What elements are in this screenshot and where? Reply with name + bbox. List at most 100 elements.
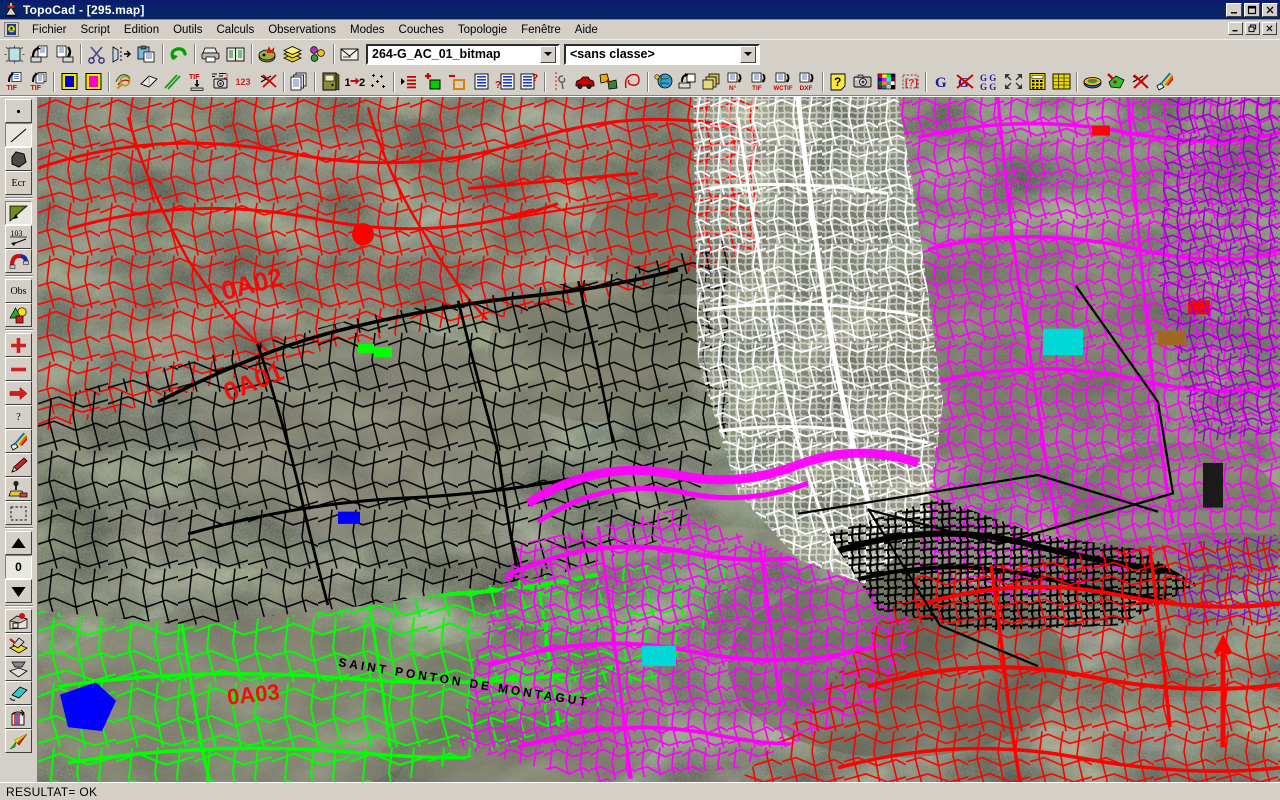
color-dots-icon[interactable] [305,42,330,66]
paint-bowl-icon[interactable] [1080,70,1104,93]
menu-modes[interactable]: Modes [343,23,392,37]
menu-topologie[interactable]: Topologie [451,23,514,37]
mirror-icon[interactable] [109,42,134,66]
chevron-down-icon[interactable] [540,45,556,63]
paintcan-tool[interactable] [5,705,32,729]
menu-outils[interactable]: Outils [166,23,209,37]
rocket-tool[interactable] [5,729,32,753]
document-icon[interactable] [4,22,19,37]
door-exit-icon[interactable] [318,70,342,93]
map-vector-overlay[interactable]: 0A02 0A01 0A03 SAINT PONTON DE MONTAGUT [38,97,1280,782]
table-grid-icon[interactable] [1049,70,1073,93]
list-arrow-icon[interactable] [397,70,421,93]
globe-world-icon[interactable] [651,70,675,93]
cancel-g-icon[interactable]: G [953,70,977,93]
distance-103-tool[interactable]: 103 [5,225,32,249]
delete-cross-icon[interactable] [256,70,280,93]
export-tif2-icon[interactable]: TIF [747,70,771,93]
printer-icon[interactable] [198,42,223,66]
polygon-edit-icon[interactable] [596,70,620,93]
add-green-square-icon[interactable] [421,70,445,93]
calculator-icon[interactable] [1025,70,1049,93]
import-tif-icon[interactable]: TIF [2,70,26,93]
export-wctif-icon[interactable]: WCTIF [771,70,795,93]
map-canvas[interactable]: 0A02 0A01 0A03 SAINT PONTON DE MONTAGUT [38,97,1280,782]
stamp-tool[interactable] [5,477,32,501]
maximize-button[interactable] [1244,2,1260,17]
pencil-tool[interactable] [5,453,32,477]
menu-script[interactable]: Script [74,23,117,37]
spiral-line-icon[interactable] [548,70,572,93]
undo-arrow-icon[interactable] [166,42,191,66]
magnifier-search-icon[interactable] [112,70,136,93]
blue-frame-icon[interactable] [57,70,81,93]
select-area-icon[interactable] [2,42,27,66]
remove-orange-square-icon[interactable] [445,70,469,93]
layers-stack-icon[interactable] [280,42,305,66]
export-nr-icon[interactable]: N° [723,70,747,93]
camera-list-icon[interactable] [208,70,232,93]
help-note-icon[interactable]: ? [826,70,850,93]
zoom-out-tool[interactable] [5,357,32,381]
tif-save-icon[interactable]: TIF [184,70,208,93]
stack-copy-icon[interactable] [699,70,723,93]
parallel-lines-icon[interactable] [160,70,184,93]
help-tool[interactable]: ? [5,405,32,429]
envelope-icon[interactable] [337,42,362,66]
zoom-in-tool[interactable] [5,333,32,357]
menu-fenetre[interactable]: Fenêtre [514,23,568,37]
angle-tool[interactable] [5,201,32,225]
numbers-123-icon[interactable]: 123 [232,70,256,93]
menu-edition[interactable]: Edition [117,23,166,37]
gggg-grid-icon[interactable]: G G G G [977,70,1001,93]
multi-pages-icon[interactable] [287,70,311,93]
fill-polygon-icon[interactable] [1104,70,1128,93]
mdi-close-button[interactable] [1262,22,1277,35]
polygon-tool[interactable] [5,147,32,171]
rainbow-tool[interactable] [5,429,32,453]
expand-arrows-icon[interactable] [1001,70,1025,93]
export-square-icon[interactable] [675,70,699,93]
chevron-down-icon[interactable] [740,45,756,63]
eraser-icon[interactable] [136,70,160,93]
save-file-icon[interactable] [52,42,77,66]
shapes-tool[interactable] [5,303,32,327]
point-tool[interactable] [5,99,32,123]
pan-right-tool[interactable] [5,381,32,405]
menu-observations[interactable]: Observations [261,23,343,37]
menu-calculs[interactable]: Calculs [210,23,262,37]
close-button[interactable] [1262,2,1278,17]
minimize-button[interactable] [1226,2,1242,17]
magnet-snap-tool[interactable] [5,249,32,273]
print-preview-icon[interactable] [223,42,248,66]
blue-lines-block-icon[interactable] [469,70,493,93]
red-loop-icon[interactable] [620,70,644,93]
layer-selector[interactable]: 264-G_AC_01_bitmap [366,43,560,65]
snapshot-camera-icon[interactable] [850,70,874,93]
screen-tool[interactable]: Ecr [5,171,32,195]
delete-polygon-icon[interactable] [1128,70,1152,93]
menu-couches[interactable]: Couches [392,23,451,37]
class-selector[interactable]: <sans classe> [564,43,760,65]
question-box-icon[interactable]: [?] [898,70,922,93]
print-box-tool[interactable] [5,657,32,681]
marquee-select-tool[interactable] [5,501,32,525]
cut-scissors-icon[interactable] [84,42,109,66]
scroll-down-button[interactable] [5,579,32,603]
rainbow-brush-icon[interactable] [1152,70,1176,93]
level-value[interactable]: 0 [5,555,32,579]
observations-tool[interactable]: Obs [5,279,32,303]
scroll-up-button[interactable] [5,531,32,555]
house-point-tool[interactable] [5,609,32,633]
export-dxf-icon[interactable]: DXF [795,70,819,93]
line-tool[interactable] [5,123,32,147]
export-tif-icon[interactable]: TIF [26,70,50,93]
blue-block-help-icon[interactable]: ? [517,70,541,93]
magenta-frame-icon[interactable] [81,70,105,93]
mdi-restore-button[interactable] [1245,22,1260,35]
dots-scatter-icon[interactable] [366,70,390,93]
menu-aide[interactable]: Aide [568,23,605,37]
color-grid-icon[interactable] [874,70,898,93]
menu-fichier[interactable]: Fichier [25,23,74,37]
palette-explode-icon[interactable] [255,42,280,66]
